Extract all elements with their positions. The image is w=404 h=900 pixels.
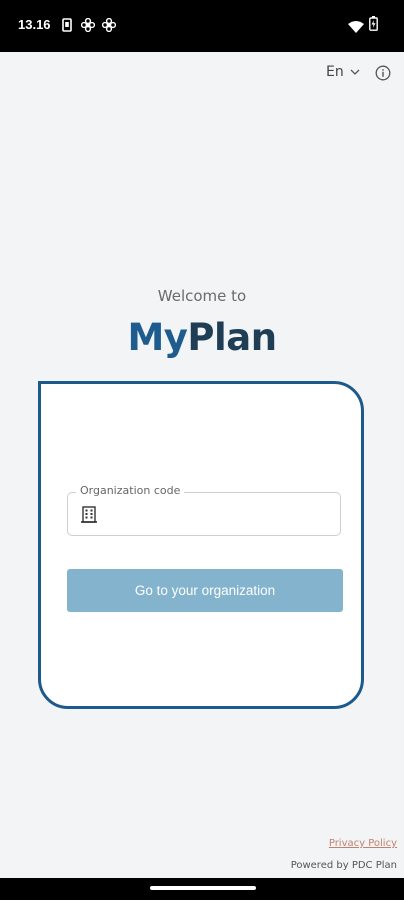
language-label: En (326, 64, 344, 80)
logo-my: My (127, 316, 188, 359)
app-logo: MyPlan (0, 316, 404, 359)
privacy-policy-link[interactable]: Privacy Policy (329, 838, 397, 849)
status-time: 13.16 (18, 17, 51, 32)
info-icon[interactable] (375, 65, 391, 85)
home-gesture-handle[interactable] (150, 886, 256, 890)
navigation-bar (0, 878, 404, 900)
language-selector[interactable]: En (326, 64, 360, 80)
fan-icon (80, 17, 96, 36)
battery-charging-icon (369, 16, 378, 35)
organization-code-field[interactable]: Organization code (67, 484, 341, 536)
sim-card-icon (62, 17, 72, 36)
login-card: Organization code Go to your organizatio… (38, 381, 364, 709)
status-bar: 13.16 (0, 0, 404, 52)
powered-by-text: Powered by PDC Plan (290, 860, 397, 871)
go-to-organization-button[interactable]: Go to your organization (67, 569, 343, 612)
logo-plan: Plan (187, 316, 277, 359)
welcome-text: Welcome to (157, 287, 247, 305)
building-icon (81, 506, 97, 527)
chevron-down-icon (350, 64, 360, 80)
fan-icon (101, 17, 117, 36)
wifi-icon (348, 18, 364, 37)
organization-code-label: Organization code (76, 484, 185, 497)
organization-code-input[interactable] (108, 501, 332, 529)
